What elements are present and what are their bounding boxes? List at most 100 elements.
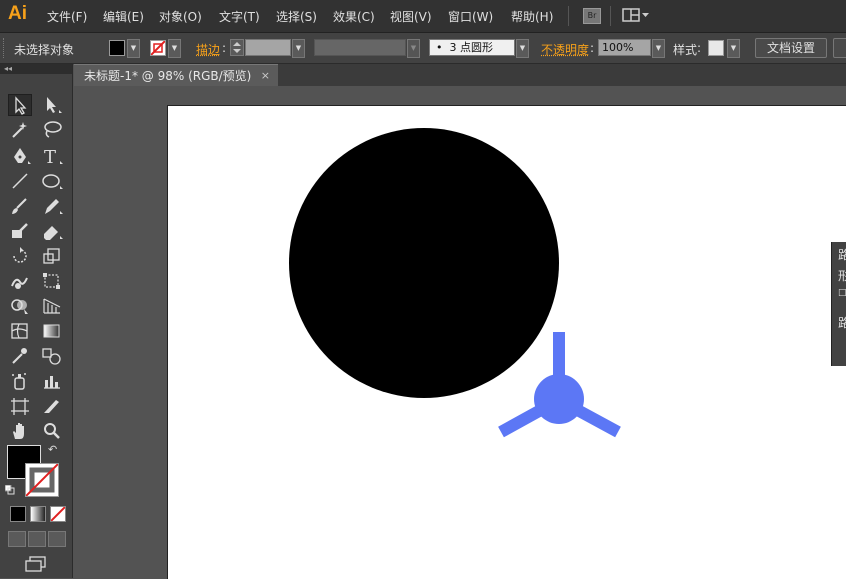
- slice-knife-icon: [44, 400, 59, 413]
- none-slash-icon: [50, 506, 66, 522]
- menu-effect[interactable]: 效果(C): [333, 8, 375, 25]
- pencil-icon: [45, 199, 63, 214]
- eyedropper-tool[interactable]: [8, 345, 32, 367]
- blend-tool[interactable]: [40, 345, 64, 367]
- gradient-mode-button[interactable]: [30, 506, 46, 522]
- menu-separator: [610, 6, 611, 26]
- document-tab-title: 未标题-1* @ 98% (RGB/预览): [84, 69, 252, 83]
- control-bar-grip[interactable]: [3, 38, 7, 58]
- document-setup-button[interactable]: 文档设置: [755, 38, 827, 58]
- style-label-colon: :: [697, 41, 702, 55]
- direct-selection-tool[interactable]: [40, 94, 64, 116]
- zoom-magnifier-icon: [44, 423, 60, 439]
- lasso-tool[interactable]: [40, 119, 64, 141]
- variable-width-profile[interactable]: [314, 39, 406, 56]
- free-transform-icon: [43, 273, 60, 289]
- black-circle-shape[interactable]: [289, 128, 559, 398]
- stroke-weight-stepper[interactable]: [230, 39, 244, 56]
- stroke-label[interactable]: 描边: [196, 41, 220, 58]
- graphic-style-dropdown[interactable]: ▼: [727, 39, 740, 58]
- stroke-weight-dropdown[interactable]: ▼: [292, 39, 305, 58]
- artboard[interactable]: [167, 105, 846, 579]
- perspective-grid-tool[interactable]: [40, 295, 64, 317]
- fill-dropdown-arrow[interactable]: ▼: [127, 39, 140, 58]
- menu-edit[interactable]: 编辑(E): [103, 8, 144, 25]
- symbol-sprayer-icon: [12, 373, 26, 390]
- hand-tool[interactable]: [8, 420, 32, 442]
- document-tab[interactable]: 未标题-1* @ 98% (RGB/预览) ×: [74, 64, 278, 86]
- collapsed-floating-panel[interactable]: 路 形 □ 路: [831, 242, 846, 366]
- ellipse-tool[interactable]: [40, 170, 64, 192]
- menu-separator: [568, 6, 569, 26]
- draw-normal-button[interactable]: [8, 531, 26, 547]
- blob-brush-tool[interactable]: [8, 220, 32, 242]
- rotate-tool[interactable]: [8, 245, 32, 267]
- draw-inside-button[interactable]: [48, 531, 66, 547]
- stroke-label-colon: :: [222, 41, 227, 55]
- fill-color-swatch[interactable]: [109, 40, 125, 56]
- graphic-style-swatch[interactable]: [708, 40, 724, 56]
- menu-window[interactable]: 窗口(W): [448, 8, 493, 25]
- opacity-label[interactable]: 不透明度: [541, 41, 589, 58]
- selection-arrow-icon: [15, 96, 27, 115]
- workspace-switcher-icon[interactable]: [622, 8, 650, 23]
- free-transform-tool[interactable]: [40, 270, 64, 292]
- stroke-color-box[interactable]: [25, 463, 59, 497]
- type-t-icon: T: [44, 147, 63, 167]
- magic-wand-tool[interactable]: [8, 119, 32, 141]
- floating-panel-label: 路: [838, 248, 846, 262]
- menu-help[interactable]: 帮助(H): [511, 8, 553, 25]
- gradient-tool[interactable]: [40, 320, 64, 342]
- eraser-tool[interactable]: [40, 220, 64, 242]
- menu-bar: Ai 文件(F) 编辑(E) 对象(O) 文字(T) 选择(S) 效果(C) 视…: [0, 0, 846, 33]
- zoom-tool[interactable]: [40, 420, 64, 442]
- pencil-tool[interactable]: [40, 195, 64, 217]
- draw-behind-button[interactable]: [28, 531, 46, 547]
- svg-text:T: T: [44, 147, 56, 167]
- stroke-weight-input[interactable]: [245, 39, 291, 56]
- stroke-dropdown-arrow[interactable]: ▼: [168, 39, 181, 58]
- brush-definition-field[interactable]: • 3 点圆形: [429, 39, 515, 56]
- brush-dropdown[interactable]: ▼: [516, 39, 529, 58]
- preferences-button[interactable]: [833, 38, 846, 58]
- symbol-sprayer-tool[interactable]: [8, 370, 32, 392]
- selection-tool[interactable]: [8, 94, 32, 116]
- opacity-input[interactable]: 100%: [598, 39, 651, 56]
- menu-select[interactable]: 选择(S): [276, 8, 317, 25]
- screen-mode-icon[interactable]: [25, 556, 47, 572]
- perspective-grid-icon: [43, 298, 61, 314]
- artboard-tool[interactable]: [8, 395, 32, 417]
- menu-file[interactable]: 文件(F): [47, 8, 87, 25]
- menu-object[interactable]: 对象(O): [159, 8, 202, 25]
- default-fill-stroke-icon[interactable]: [4, 484, 15, 495]
- menu-type[interactable]: 文字(T): [219, 8, 260, 25]
- column-graph-tool[interactable]: [40, 370, 64, 392]
- mesh-tool[interactable]: [8, 320, 32, 342]
- blend-icon: [42, 348, 61, 365]
- menu-view[interactable]: 视图(V): [390, 8, 432, 25]
- selection-status: 未选择对象: [14, 43, 75, 57]
- slice-tool[interactable]: [40, 395, 64, 417]
- paintbrush-icon: [12, 198, 27, 214]
- warp-tool[interactable]: [8, 270, 32, 292]
- paintbrush-tool[interactable]: [8, 195, 32, 217]
- opacity-dropdown[interactable]: ▼: [652, 39, 665, 58]
- shape-builder-tool[interactable]: [8, 295, 32, 317]
- pen-tool[interactable]: [8, 145, 32, 167]
- scale-tool[interactable]: [40, 245, 64, 267]
- floating-panel-label: 路: [838, 316, 846, 330]
- stroke-color-swatch[interactable]: [150, 40, 166, 56]
- mesh-icon: [11, 323, 28, 339]
- swap-fill-stroke-icon[interactable]: ↶: [48, 443, 57, 456]
- hand-icon: [13, 423, 24, 439]
- line-segment-tool[interactable]: [8, 170, 32, 192]
- none-mode-button[interactable]: [50, 506, 66, 522]
- column-graph-icon: [44, 376, 60, 389]
- blue-tripod-hub[interactable]: [534, 374, 584, 424]
- variable-width-dropdown[interactable]: ▼: [407, 39, 420, 58]
- bridge-button[interactable]: Br: [583, 8, 601, 24]
- type-tool[interactable]: T: [40, 145, 64, 167]
- tools-panel-collapse[interactable]: ◂◂: [0, 64, 72, 74]
- close-tab-icon[interactable]: ×: [261, 65, 270, 87]
- color-mode-button[interactable]: [10, 506, 26, 522]
